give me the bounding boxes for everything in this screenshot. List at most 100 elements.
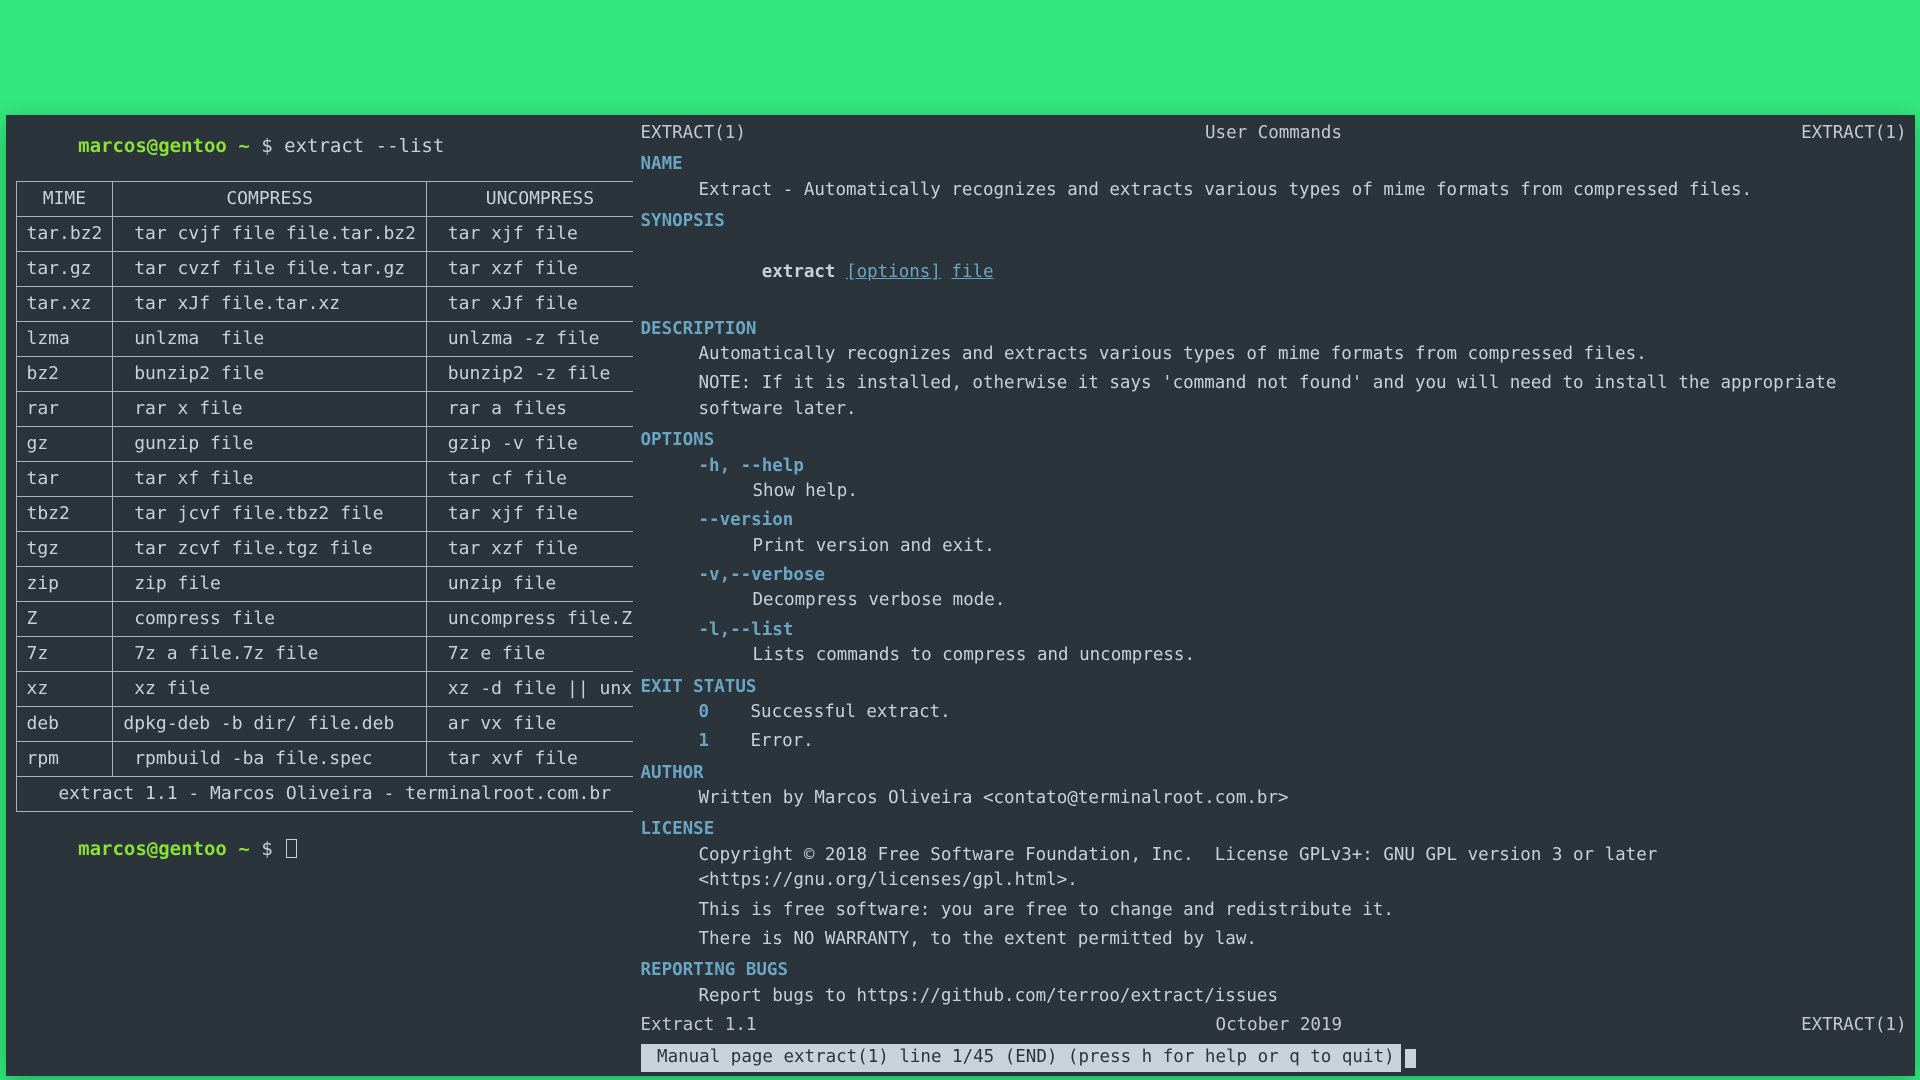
synopsis-cmd: extract [762, 262, 836, 282]
cell-uncompress: uncompress file.Z [426, 602, 653, 637]
man-header-center: User Commands [1205, 121, 1342, 146]
prompt-line-2: marcos@gentoo ~ $ [6, 812, 633, 884]
table-row: tar.xz tar xJf file.tar.xz tar xJf file [16, 287, 653, 322]
cell-mime: rar [16, 392, 113, 427]
cell-compress: dpkg-deb -b dir/ file.deb [113, 707, 427, 742]
synopsis-file: file [951, 262, 993, 282]
opt-help-flag: -h, --help [699, 456, 804, 476]
cell-mime: tar.bz2 [16, 217, 113, 252]
opt-help-desc: Show help. [641, 479, 1907, 504]
section-exit: EXIT STATUS [641, 675, 1907, 700]
description-2: NOTE: If it is installed, otherwise it s… [641, 371, 1907, 422]
right-manpage[interactable]: EXTRACT(1) User Commands EXTRACT(1) NAME… [633, 115, 1915, 1076]
cell-mime: xz [16, 672, 113, 707]
cell-compress: zip file [113, 567, 427, 602]
cell-uncompress: unlzma -z file [426, 322, 653, 357]
cell-compress: gunzip file [113, 427, 427, 462]
col-compress: COMPRESS [113, 182, 427, 217]
table-row: rpm rpmbuild -ba file.spec tar xvf file [16, 742, 653, 777]
table-row: bz2 bunzip2 file bunzip2 -z file [16, 357, 653, 392]
prompt-line-1: marcos@gentoo ~ $ extract --list [6, 115, 633, 181]
table-row: xz xz file xz -d file || unxz [16, 672, 653, 707]
table-row: 7z 7z a file.7z file 7z e file [16, 637, 653, 672]
cell-compress: tar xf file [113, 462, 427, 497]
cell-uncompress: rar a files [426, 392, 653, 427]
cell-compress: tar xJf file.tar.xz [113, 287, 427, 322]
license-3: There is NO WARRANTY, to the extent perm… [641, 927, 1907, 952]
synopsis-body: extract [options] file [641, 235, 1907, 311]
table-footer: extract 1.1 - Marcos Oliveira - terminal… [16, 777, 653, 812]
cell-compress: 7z a file.7z file [113, 637, 427, 672]
section-description: DESCRIPTION [641, 317, 1907, 342]
table-row: rar rar x file rar a files [16, 392, 653, 427]
cell-uncompress: tar xzf file [426, 252, 653, 287]
exit-0: 0Successful extract. [641, 700, 1907, 725]
cell-compress: rpmbuild -ba file.spec [113, 742, 427, 777]
table-row: gz gunzip file gzip -v file [16, 427, 653, 462]
prompt-user-2: marcos@gentoo [78, 838, 227, 860]
table-header-row: MIME COMPRESS UNCOMPRESS [16, 182, 653, 217]
cell-compress: tar jcvf file.tbz2 file [113, 497, 427, 532]
opt-version-desc: Print version and exit. [641, 534, 1907, 559]
cell-compress: rar x file [113, 392, 427, 427]
table-row: tar.gz tar cvzf file file.tar.gz tar xzf… [16, 252, 653, 287]
table-row: tbz2 tar jcvf file.tbz2 file tar xjf fil… [16, 497, 653, 532]
opt-verbose-desc: Decompress verbose mode. [641, 588, 1907, 613]
cell-mime: tgz [16, 532, 113, 567]
license-2: This is free software: you are free to c… [641, 898, 1907, 923]
col-uncompress: UNCOMPRESS [426, 182, 653, 217]
cell-uncompress: ar vx file [426, 707, 653, 742]
cell-uncompress: tar xzf file [426, 532, 653, 567]
table-row: tgz tar zcvf file.tgz file tar xzf file [16, 532, 653, 567]
man-footer: Extract 1.1 October 2019 EXTRACT(1) [641, 1013, 1907, 1038]
cell-uncompress: unzip file [426, 567, 653, 602]
cell-mime: lzma [16, 322, 113, 357]
prompt-command: extract --list [284, 135, 444, 157]
table-row: tar.bz2 tar cvjf file file.tar.bz2 tar x… [16, 217, 653, 252]
cell-uncompress: tar xjf file [426, 497, 653, 532]
man-footer-center: October 2019 [1216, 1013, 1342, 1038]
author-body: Written by Marcos Oliveira <contato@term… [641, 786, 1907, 811]
cell-compress: xz file [113, 672, 427, 707]
man-statusbar: Manual page extract(1) line 1/45 (END) (… [641, 1044, 1907, 1071]
bugs-body: Report bugs to https://github.com/terroo… [641, 984, 1907, 1009]
cell-mime: zip [16, 567, 113, 602]
cell-compress: tar cvjf file file.tar.bz2 [113, 217, 427, 252]
cell-mime: rpm [16, 742, 113, 777]
table-row: zip zip file unzip file [16, 567, 653, 602]
synopsis-options: [options] [846, 262, 941, 282]
table-row: tar tar xf file tar cf file [16, 462, 653, 497]
table-row: debdpkg-deb -b dir/ file.deb ar vx file [16, 707, 653, 742]
prompt-symbol: $ [261, 135, 272, 157]
cell-compress: unlzma file [113, 322, 427, 357]
cell-uncompress: bunzip2 -z file [426, 357, 653, 392]
cell-compress: compress file [113, 602, 427, 637]
exit-1: 1Error. [641, 729, 1907, 754]
section-synopsis: SYNOPSIS [641, 209, 1907, 234]
cell-mime: bz2 [16, 357, 113, 392]
section-options: OPTIONS [641, 428, 1907, 453]
cursor-icon [286, 839, 297, 858]
opt-verbose-flag: -v,--verbose [699, 565, 825, 585]
man-footer-left: Extract 1.1 [641, 1013, 757, 1038]
left-terminal[interactable]: marcos@gentoo ~ $ extract --list MIME CO… [6, 115, 633, 1076]
man-footer-right: EXTRACT(1) [1801, 1013, 1906, 1038]
cell-mime: tar.xz [16, 287, 113, 322]
cell-uncompress: tar xvf file [426, 742, 653, 777]
cell-mime: deb [16, 707, 113, 742]
section-bugs: REPORTING BUGS [641, 958, 1907, 983]
statusbar-text: Manual page extract(1) line 1/45 (END) (… [641, 1044, 1401, 1071]
table-row: Z compress file uncompress file.Z [16, 602, 653, 637]
prompt-path-2: ~ [238, 838, 249, 860]
section-author: AUTHOR [641, 761, 1907, 786]
section-license: LICENSE [641, 817, 1907, 842]
cell-mime: Z [16, 602, 113, 637]
cell-uncompress: tar xJf file [426, 287, 653, 322]
prompt-path: ~ [238, 135, 249, 157]
cell-mime: tar [16, 462, 113, 497]
man-header-right: EXTRACT(1) [1801, 121, 1906, 146]
mime-table: MIME COMPRESS UNCOMPRESS tar.bz2 tar cvj… [16, 181, 654, 812]
cell-compress: tar zcvf file.tgz file [113, 532, 427, 567]
table-row: lzma unlzma file unlzma -z file [16, 322, 653, 357]
cell-uncompress: gzip -v file [426, 427, 653, 462]
